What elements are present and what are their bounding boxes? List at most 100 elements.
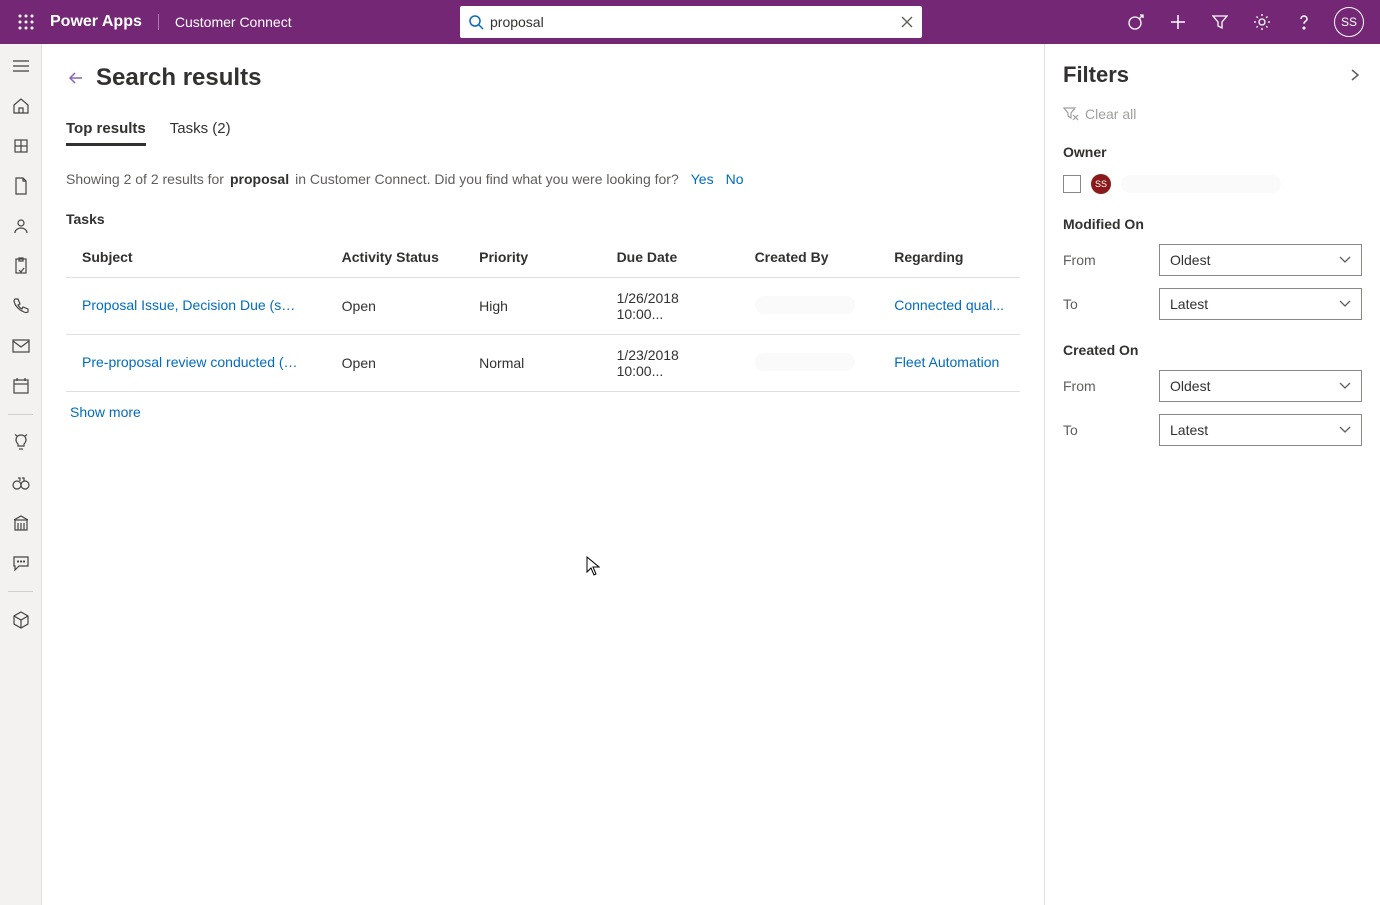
chevron-down-icon [1339,382,1351,390]
chevron-down-icon [1339,256,1351,264]
document-icon[interactable] [5,172,37,200]
feedback-yes[interactable]: Yes [691,171,714,187]
cell-activity-status: Open [326,278,464,335]
cell-activity-status: Open [326,335,464,392]
sidebar [0,44,42,905]
modified-to-select[interactable]: Latest [1159,288,1362,320]
help-icon[interactable] [1292,10,1316,34]
regarding-link[interactable]: Fleet Automation [894,354,999,370]
chat-icon[interactable] [5,549,37,577]
col-due-date[interactable]: Due Date [601,237,739,278]
table-row[interactable]: Proposal Issue, Decision Due (sampl... O… [66,278,1020,335]
result-info-suffix: in Customer Connect. Did you find what y… [295,171,679,187]
filters-title: Filters [1063,62,1129,88]
title-row: Search results [66,64,1020,92]
modified-from-row: From Oldest [1063,244,1362,276]
tabs: Top results Tasks (2) [66,114,1020,147]
back-arrow-icon[interactable] [66,68,86,88]
modified-on-label: Modified On [1063,216,1362,232]
user-avatar[interactable]: SS [1334,7,1364,37]
tab-tasks[interactable]: Tasks (2) [170,114,231,146]
clear-filter-icon [1063,107,1079,121]
cell-due-date: 1/23/2018 10:00... [601,335,739,392]
section-label-tasks: Tasks [66,211,1020,227]
home-icon[interactable] [5,92,37,120]
table-row[interactable]: Pre-proposal review conducted (sa... Ope… [66,335,1020,392]
from-label: From [1063,252,1143,268]
search-icon [468,14,484,30]
created-from-select[interactable]: Oldest [1159,370,1362,402]
chevron-down-icon [1339,426,1351,434]
cell-created-by [739,335,879,392]
select-value: Oldest [1170,378,1210,394]
settings-gear-icon[interactable] [1250,10,1274,34]
col-activity-status[interactable]: Activity Status [326,237,464,278]
binoculars-icon[interactable] [5,469,37,497]
feedback-no[interactable]: No [726,171,744,187]
cube-icon[interactable] [5,606,37,634]
app-launcher-icon[interactable] [10,6,42,38]
app-subtitle[interactable]: Customer Connect [158,14,308,30]
result-info-prefix: Showing 2 of 2 results for [66,171,224,187]
table-header-row: Subject Activity Status Priority Due Dat… [66,237,1020,278]
result-info: Showing 2 of 2 results for proposal in C… [66,171,1020,187]
building-icon[interactable] [5,509,37,537]
menu-toggle-icon[interactable] [5,52,37,80]
person-icon[interactable] [5,212,37,240]
pinned-icon[interactable] [5,132,37,160]
show-more-link[interactable]: Show more [66,404,141,420]
created-from-row: From Oldest [1063,370,1362,402]
tab-top-results[interactable]: Top results [66,114,146,146]
filters-panel: Filters Clear all Owner SS Modified On F… [1044,44,1380,905]
calendar-icon[interactable] [5,372,37,400]
cell-priority: Normal [463,335,600,392]
clear-all-button[interactable]: Clear all [1063,106,1362,122]
header-actions: SS [1124,7,1370,37]
result-info-term: proposal [230,171,289,187]
modified-from-select[interactable]: Oldest [1159,244,1362,276]
select-value: Latest [1170,422,1208,438]
created-to-select[interactable]: Latest [1159,414,1362,446]
to-label: To [1063,296,1143,312]
clear-search-icon[interactable] [900,15,914,29]
phone-icon[interactable] [5,292,37,320]
select-value: Oldest [1170,252,1210,268]
created-to-row: To Latest [1063,414,1362,446]
search-container [460,6,922,38]
mail-icon[interactable] [5,332,37,360]
modified-to-row: To Latest [1063,288,1362,320]
collapse-filters-icon[interactable] [1348,68,1362,82]
cell-created-by [739,278,879,335]
owner-label: Owner [1063,144,1362,160]
avatar-initials: SS [1341,15,1357,29]
page-title: Search results [96,64,261,92]
regarding-link[interactable]: Connected qual... [894,297,1004,313]
cell-priority: High [463,278,600,335]
target-icon[interactable] [1124,10,1148,34]
app-title: Power Apps [50,13,142,31]
add-icon[interactable] [1166,10,1190,34]
chevron-down-icon [1339,300,1351,308]
col-priority[interactable]: Priority [463,237,600,278]
filters-header: Filters [1063,62,1362,88]
clipboard-icon[interactable] [5,252,37,280]
to-label: To [1063,422,1143,438]
search-input[interactable] [490,14,900,30]
owner-name [1121,175,1281,193]
lightbulb-icon[interactable] [5,429,37,457]
col-subject[interactable]: Subject [66,237,326,278]
subject-link[interactable]: Pre-proposal review conducted (sa... [82,354,302,370]
from-label: From [1063,378,1143,394]
body: Search results Top results Tasks (2) Sho… [0,44,1380,905]
cell-due-date: 1/26/2018 10:00... [601,278,739,335]
app-header: Power Apps Customer Connect [0,0,1380,44]
created-on-label: Created On [1063,342,1362,358]
subject-link[interactable]: Proposal Issue, Decision Due (sampl... [82,297,302,313]
owner-checkbox[interactable] [1063,175,1081,193]
main-content: Search results Top results Tasks (2) Sho… [42,44,1044,905]
col-created-by[interactable]: Created By [739,237,879,278]
select-value: Latest [1170,296,1208,312]
search-box[interactable] [460,6,922,38]
col-regarding[interactable]: Regarding [878,237,1020,278]
filter-funnel-icon[interactable] [1208,10,1232,34]
